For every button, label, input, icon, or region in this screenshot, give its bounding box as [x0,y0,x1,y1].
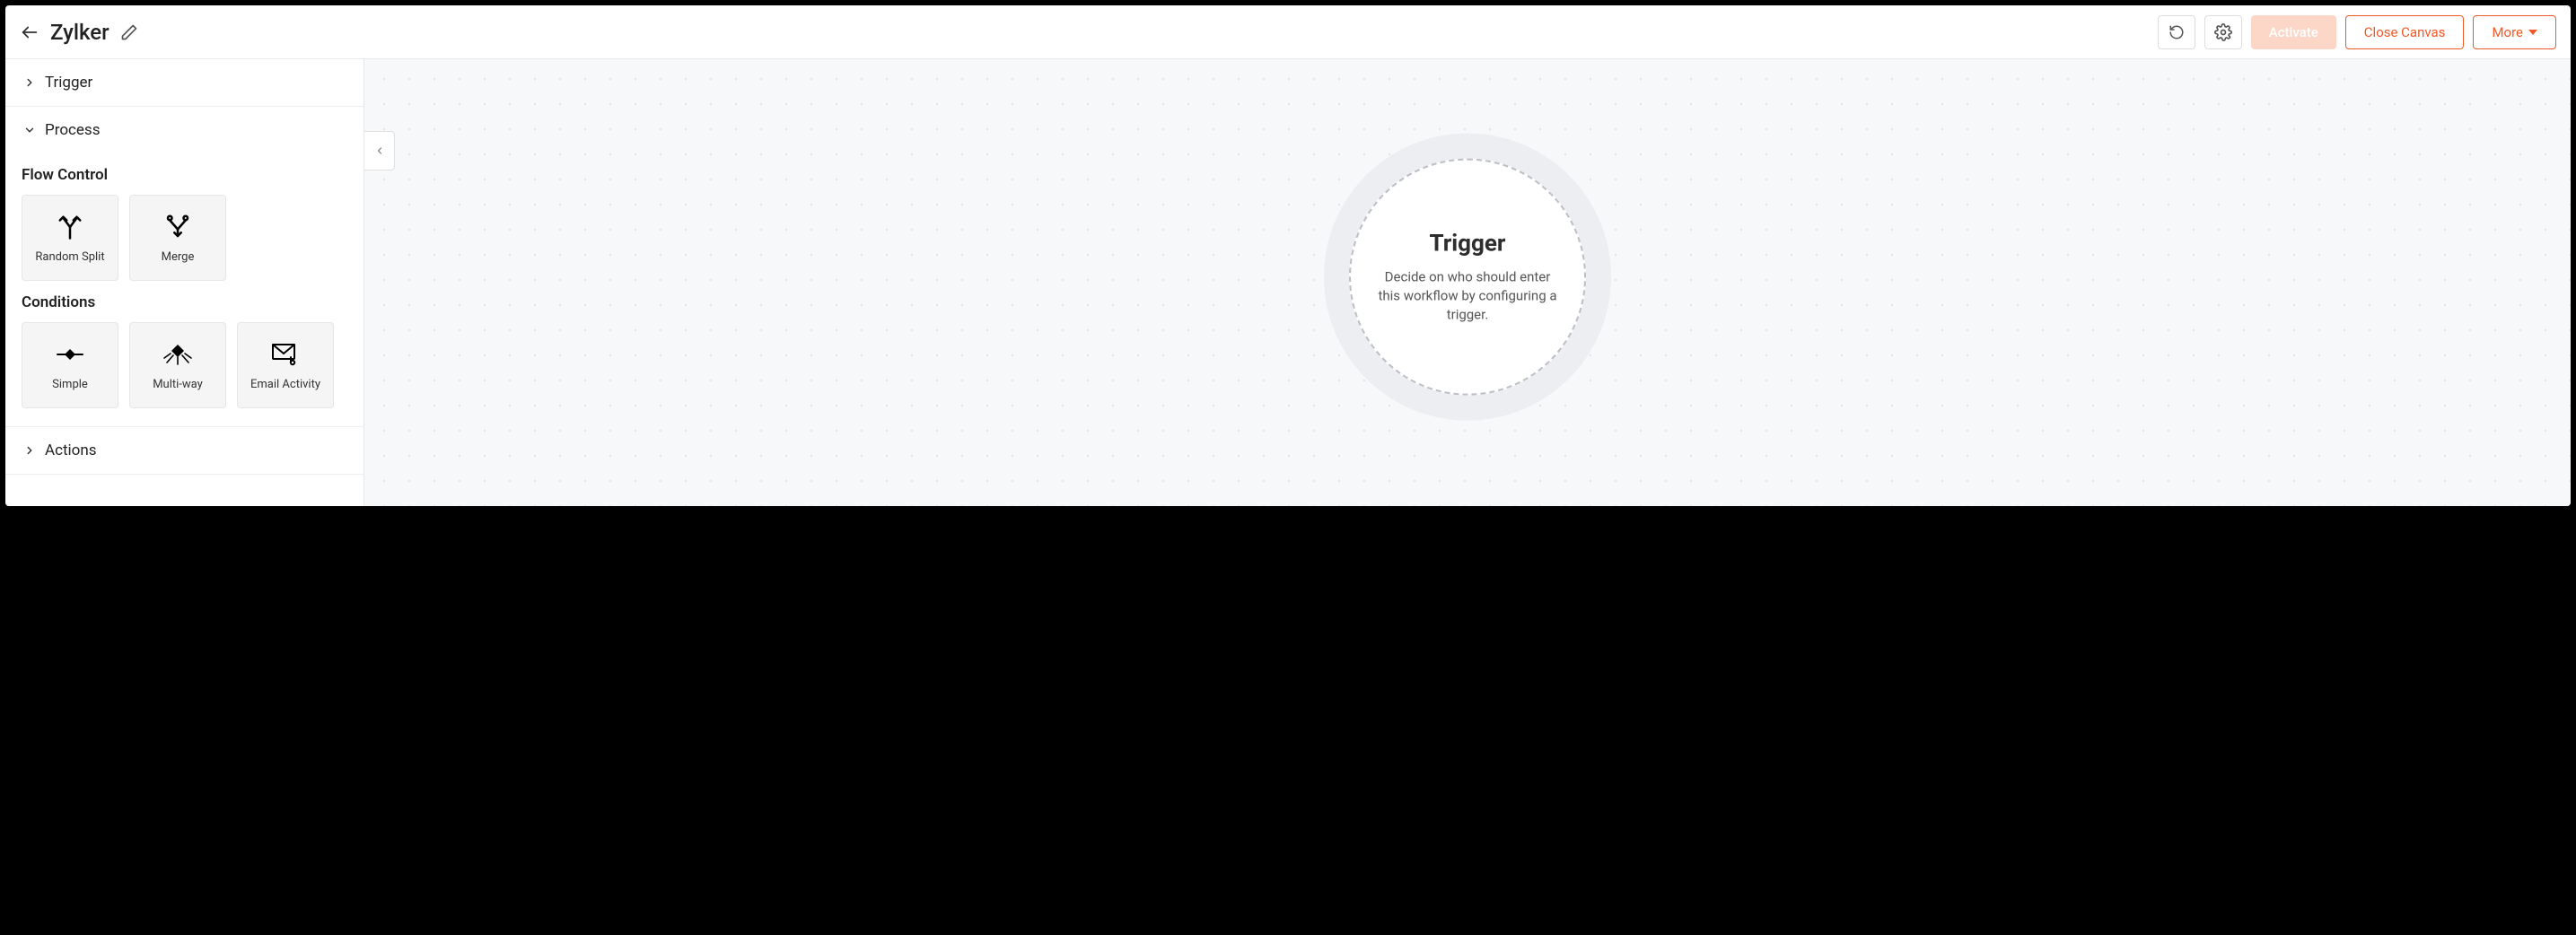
header-right: Activate Close Canvas More [2158,15,2556,49]
trigger-placeholder[interactable]: Trigger Decide on who should enter this … [1324,134,1611,421]
edit-title-button[interactable] [120,23,138,41]
close-canvas-label: Close Canvas [2364,24,2446,40]
pencil-icon [120,23,138,41]
gear-icon [2214,23,2232,41]
section-trigger-label: Trigger [45,74,92,92]
tile-simple-label: Simple [52,378,88,391]
header-bar: Zylker Activate Close Canvas More [5,5,2571,59]
tile-multi-way[interactable]: Multi-way [129,322,226,408]
random-split-icon [57,213,83,241]
section-trigger[interactable]: Trigger [5,59,364,107]
multi-way-icon [162,340,193,369]
section-actions-label: Actions [45,441,97,459]
app-frame: Zylker Activate Close Canvas More [5,5,2571,506]
conditions-heading: Conditions [22,293,347,311]
sidebar: Trigger Process Flow Control Random Spli… [5,59,364,506]
tile-merge-label: Merge [162,250,195,264]
trigger-placeholder-inner: Trigger Decide on who should enter this … [1349,159,1586,396]
tile-email-activity-label: Email Activity [250,378,320,391]
tile-multi-way-label: Multi-way [153,378,203,391]
workflow-canvas[interactable]: Trigger Decide on who should enter this … [364,59,2571,506]
tile-random-split[interactable]: Random Split [22,195,118,281]
collapse-sidebar-button[interactable] [364,131,395,170]
close-canvas-button[interactable]: Close Canvas [2345,15,2465,49]
tile-simple[interactable]: Simple [22,322,118,408]
activate-label: Activate [2269,24,2318,40]
tile-merge[interactable]: Merge [129,195,226,281]
flow-control-row: Random Split Merge [22,195,347,281]
section-process[interactable]: Process [5,107,364,153]
header-left: Zylker [20,20,138,45]
merge-icon [164,213,191,241]
refresh-icon [2169,24,2185,40]
workflow-title: Zylker [50,20,110,45]
caret-down-icon [2528,28,2537,37]
more-button[interactable]: More [2473,15,2556,49]
conditions-row: Simple Multi-way Email Activity [22,322,347,408]
chevron-right-icon [23,444,36,457]
back-button[interactable] [20,22,39,42]
settings-button[interactable] [2204,15,2242,49]
email-activity-icon [271,340,300,369]
arrow-left-icon [20,22,39,42]
section-actions[interactable]: Actions [5,426,364,475]
section-process-label: Process [45,121,100,139]
process-content: Flow Control Random Split Merge [5,166,364,426]
body: Trigger Process Flow Control Random Spli… [5,59,2571,506]
more-label: More [2492,24,2523,40]
activate-button[interactable]: Activate [2251,15,2336,49]
chevron-left-icon [374,144,385,158]
tile-email-activity[interactable]: Email Activity [237,322,334,408]
trigger-placeholder-title: Trigger [1430,230,1506,257]
simple-condition-icon [56,340,84,369]
flow-control-heading: Flow Control [22,166,347,184]
trigger-placeholder-description: Decide on who should enter this workflow… [1378,267,1557,324]
chevron-down-icon [23,124,36,136]
refresh-button[interactable] [2158,15,2195,49]
chevron-right-icon [23,76,36,89]
tile-random-split-label: Random Split [35,250,104,264]
